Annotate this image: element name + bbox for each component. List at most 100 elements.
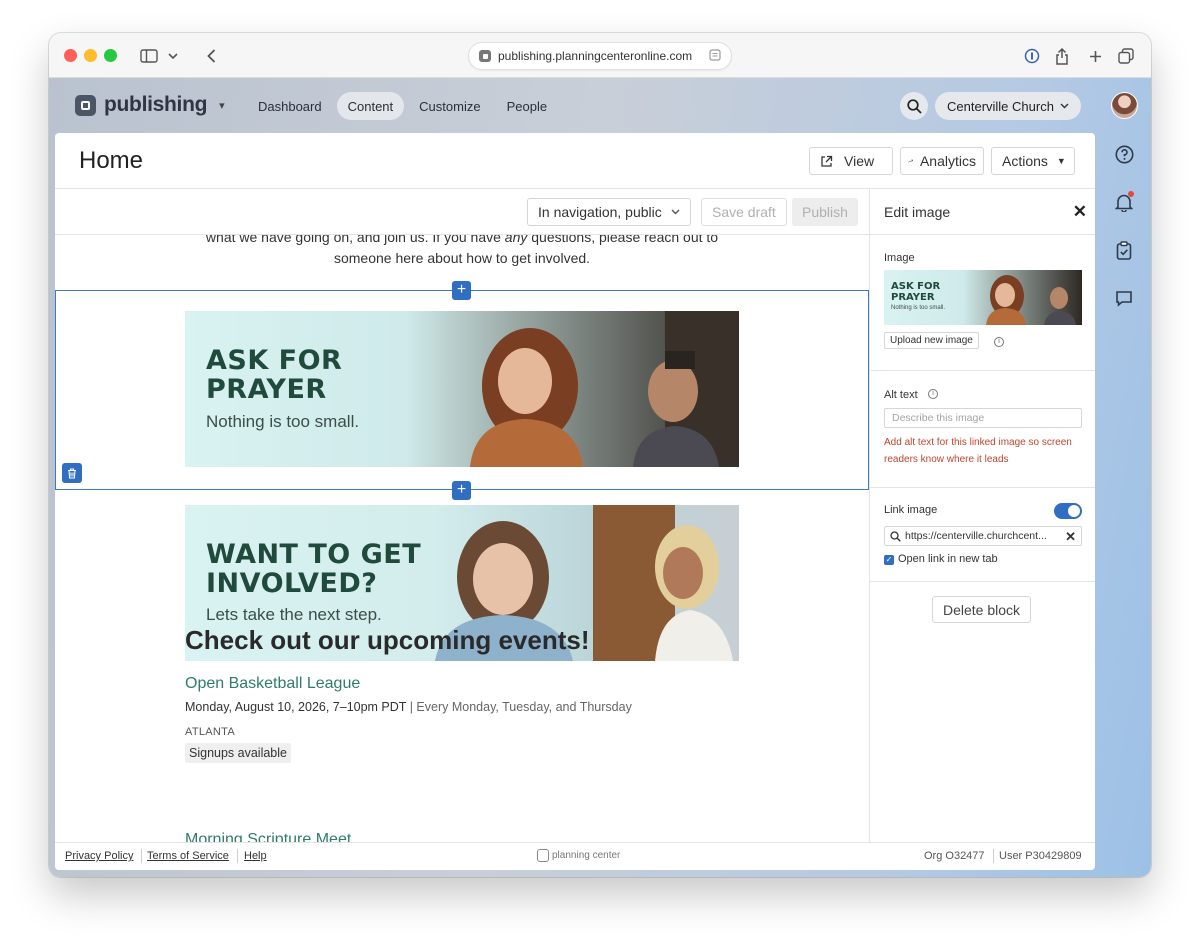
nav-customize[interactable]: Customize: [408, 92, 491, 120]
analytics-button[interactable]: Analytics: [900, 147, 984, 175]
thumbnail-heading: ASK FOR PRAYER: [891, 281, 940, 303]
trend-up-icon: [908, 159, 913, 163]
user-id: User P30429809: [999, 850, 1082, 862]
info-icon[interactable]: i: [994, 337, 1004, 347]
address-bar[interactable]: publishing.planningcenteronline.com: [468, 42, 732, 70]
view-label: View: [844, 153, 875, 169]
avatar[interactable]: [1111, 92, 1138, 119]
thumbnail-subtitle: Nothing is too small.: [891, 305, 946, 311]
password-icon[interactable]: [1022, 46, 1042, 66]
footer-divider: [237, 849, 238, 863]
notification-dot: [1128, 191, 1134, 197]
tab-overview-icon[interactable]: [1116, 46, 1136, 66]
nav-dashboard[interactable]: Dashboard: [247, 92, 333, 120]
editor-toolbar: In navigation, public Save draft Publish: [55, 189, 869, 235]
org-switcher[interactable]: Centerville Church: [935, 92, 1081, 120]
thumbnail-heading-line: ASK FOR: [891, 281, 941, 292]
link-image-toggle[interactable]: [1054, 503, 1082, 519]
link-image-label: Link image: [884, 504, 938, 516]
sidebar-icon[interactable]: [139, 46, 159, 66]
edit-image-panel: Edit image ✕ Image ASK FOR PRAYER Nothin…: [869, 189, 1095, 842]
chevron-down-icon: [671, 209, 680, 215]
link-url-input[interactable]: https://centerville.churchcent... ✕: [884, 526, 1082, 546]
upload-image-button[interactable]: Upload new image: [884, 332, 979, 349]
banner-subtitle: Lets take the next step.: [206, 605, 382, 624]
prayer-banner-image[interactable]: ASK FOR PRAYER Nothing is too small.: [185, 311, 739, 467]
close-icon[interactable]: ✕: [1073, 202, 1087, 222]
delete-block-icon[interactable]: [62, 463, 82, 483]
browser-window: publishing.planningcenteronline.com publ…: [49, 33, 1151, 877]
page-title: Home: [79, 147, 144, 174]
external-link-icon: [821, 155, 833, 167]
clipboard-check-icon[interactable]: [1113, 239, 1135, 261]
banner-subtitle: Nothing is too small.: [206, 412, 360, 431]
help-link[interactable]: Help: [244, 850, 267, 862]
publish-button[interactable]: Publish: [792, 198, 858, 226]
nav-people[interactable]: People: [496, 92, 558, 120]
notifications-bell-icon[interactable]: [1113, 191, 1135, 213]
clear-icon[interactable]: ✕: [1065, 529, 1076, 545]
nav-content[interactable]: Content: [336, 92, 405, 120]
events-heading: Check out our upcoming events!: [185, 625, 590, 655]
image-label: Image: [884, 252, 915, 264]
actions-label: Actions: [1002, 153, 1048, 169]
event-recurrence: | Every Monday, Tuesday, and Thursday: [409, 700, 632, 714]
url-text: publishing.planningcenteronline.com: [498, 49, 693, 63]
visibility-select[interactable]: In navigation, public: [527, 198, 691, 226]
analytics-label: Analytics: [919, 153, 976, 169]
chevron-down-icon: ▾: [219, 99, 225, 112]
banner-heading-line: PRAYER: [206, 374, 327, 405]
event-title-link[interactable]: Morning Scripture Meet: [185, 831, 351, 842]
zoom-window-button[interactable]: [104, 49, 117, 62]
share-icon[interactable]: [1052, 46, 1072, 66]
banner-heading-line: ASK FOR: [206, 345, 343, 376]
alt-text-error: Add alt text for this linked image so sc…: [884, 437, 1072, 465]
event-time: Monday, August 10, 2026, 7–10pm PDT | Ev…: [185, 700, 632, 714]
org-id: Org O32477: [924, 850, 985, 862]
image-thumbnail: ASK FOR PRAYER Nothing is too small.: [884, 270, 1082, 325]
info-icon[interactable]: i: [928, 389, 938, 399]
signup-badge: Signups available: [185, 743, 291, 763]
publishing-logo-icon: [75, 94, 96, 116]
product-switcher[interactable]: publishing ▾: [75, 93, 225, 117]
actions-dropdown[interactable]: Actions ▼: [991, 147, 1075, 175]
visibility-value: In navigation, public: [538, 204, 662, 220]
view-button[interactable]: View: [809, 147, 893, 175]
open-new-tab-checkbox[interactable]: ✓: [884, 555, 894, 565]
thumbnail-heading-line: PRAYER: [891, 292, 935, 303]
browser-toolbar: publishing.planningcenteronline.com: [49, 33, 1151, 78]
minimize-window-button[interactable]: [84, 49, 97, 62]
chevron-down-icon[interactable]: [163, 46, 183, 66]
delete-block-button[interactable]: Delete block: [932, 596, 1032, 623]
reader-icon[interactable]: [709, 48, 721, 64]
panel-title: Edit image: [884, 204, 951, 220]
back-icon[interactable]: [201, 46, 221, 66]
add-block-button[interactable]: +: [452, 281, 471, 300]
help-icon[interactable]: [1113, 143, 1135, 165]
product-name: publishing: [104, 93, 208, 116]
panel-header: Edit image ✕: [870, 189, 1095, 235]
footer: Privacy Policy Terms of Service Help pla…: [55, 842, 1095, 870]
open-new-tab-label: Open link in new tab: [898, 553, 998, 565]
terms-link[interactable]: Terms of Service: [147, 850, 229, 862]
caret-down-icon: ▼: [1056, 156, 1066, 166]
add-block-button[interactable]: +: [452, 481, 471, 500]
search-button[interactable]: [900, 92, 928, 120]
event-datetime: Monday, August 10, 2026, 7–10pm PDT: [185, 700, 407, 714]
close-window-button[interactable]: [64, 49, 77, 62]
chat-icon[interactable]: [1113, 287, 1135, 309]
search-icon: [906, 98, 922, 114]
event-title-link[interactable]: Open Basketball League: [185, 675, 360, 693]
new-tab-icon[interactable]: [1085, 46, 1105, 66]
banner-heading-line: WANT TO GET: [206, 539, 422, 570]
divider: [870, 370, 1095, 371]
alt-text-label: Alt text: [884, 389, 918, 401]
alt-text-input[interactable]: Describe this image: [884, 408, 1082, 428]
planning-center-icon: [537, 849, 549, 862]
app-header: publishing ▾ Dashboard Content Customize…: [49, 78, 1151, 134]
privacy-policy-link[interactable]: Privacy Policy: [65, 850, 133, 862]
save-draft-button[interactable]: Save draft: [701, 198, 787, 226]
banner-heading: ASK FOR PRAYER: [206, 346, 342, 404]
banner-heading: WANT TO GET INVOLVED?: [206, 540, 421, 598]
planning-center-logo: planning center: [537, 849, 620, 862]
